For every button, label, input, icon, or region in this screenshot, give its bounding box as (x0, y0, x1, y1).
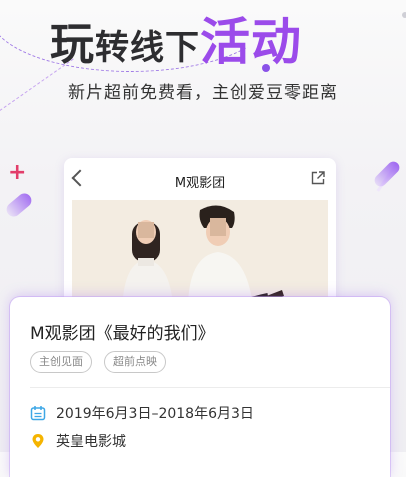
phone-nav-bar: M观影团 (64, 158, 336, 200)
headline-part: 转 (95, 28, 130, 68)
headline: 玩转线下活动 (50, 2, 302, 74)
headline-part: 玩 (50, 19, 95, 70)
phone-title: M观影团 (174, 176, 226, 191)
decorative-stroke (372, 159, 402, 189)
event-title: M观影团《最好的我们》 (30, 324, 215, 344)
phone-preview: M观影团 (64, 158, 336, 318)
event-date-row: 2019年6月3日–2018年6月3日 (30, 403, 254, 423)
decorative-dot (402, 12, 406, 18)
calendar-icon (30, 406, 46, 421)
location-pin-icon (32, 434, 44, 448)
event-card[interactable]: M观影团《最好的我们》 主创见面 超前点映 2019年6月3日–2018年6月3… (10, 297, 390, 477)
headline-highlight: 活动 (200, 13, 302, 71)
share-icon[interactable] (310, 170, 326, 186)
event-venue: 英皇电影城 (56, 434, 126, 450)
headline-part: 线下 (130, 28, 200, 68)
event-date: 2019年6月3日–2018年6月3日 (56, 406, 254, 422)
divider (30, 387, 390, 388)
tag-chip: 超前点映 (104, 351, 166, 373)
subtitle: 新片超前免费看，主创爱豆零距离 (68, 83, 338, 103)
sparkle-plus-icon: + (8, 160, 27, 185)
event-venue-row: 英皇电影城 (30, 431, 126, 451)
tag-chip: 主创见面 (30, 351, 92, 373)
decorative-stroke (3, 190, 35, 220)
